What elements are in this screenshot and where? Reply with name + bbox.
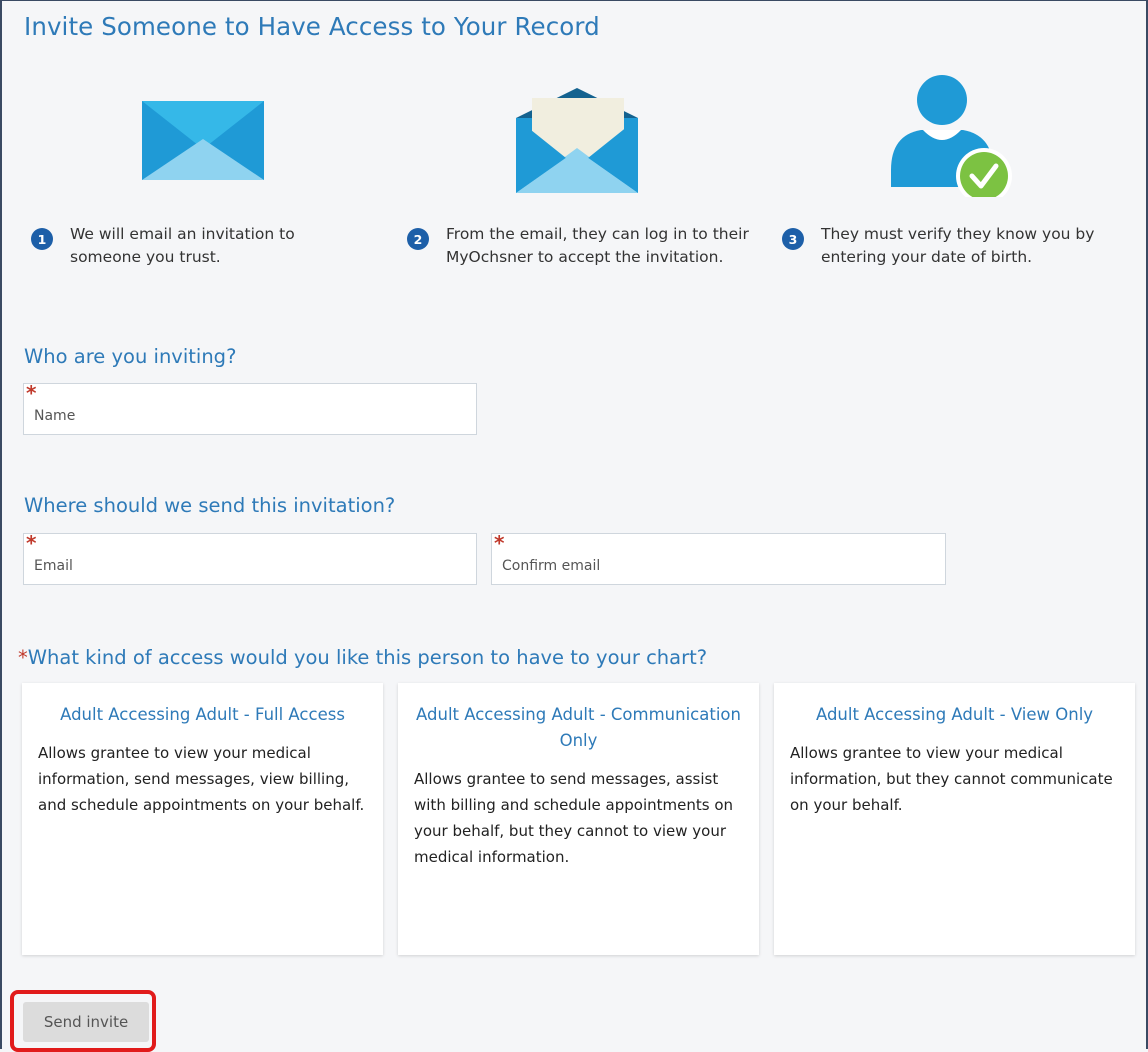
user-verified-icon: [891, 75, 1012, 197]
access-section-title-text: What kind of access would you like this …: [27, 646, 708, 669]
envelope-open-icon: [516, 88, 638, 193]
step-number-badge: 2: [407, 228, 429, 250]
step-text: From the email, they can log in to their…: [446, 225, 749, 266]
where-section-title: Where should we send this invitation?: [24, 494, 396, 517]
send-invite-button[interactable]: Send invite: [23, 1002, 149, 1042]
who-section-title: Who are you inviting?: [24, 345, 237, 368]
name-input[interactable]: [24, 384, 476, 434]
step-text: We will email an invitation to someone y…: [70, 225, 295, 266]
step-1: 1 We will email an invitation to someone…: [31, 223, 361, 269]
access-option-communication[interactable]: Adult Accessing Adult - Communication On…: [398, 683, 759, 955]
access-option-description: Allows grantee to view your medical info…: [38, 744, 365, 814]
access-option-title: Adult Accessing Adult - View Only: [815, 705, 1094, 724]
access-option-description: Allows grantee to view your medical info…: [790, 744, 1113, 814]
step-2: 2 From the email, they can log in to the…: [407, 223, 759, 269]
email-field: *: [23, 533, 477, 585]
page-title: Invite Someone to Have Access to Your Re…: [24, 12, 600, 41]
access-option-view-only[interactable]: Adult Accessing Adult - View Only Allows…: [774, 683, 1135, 955]
step-3: 3 They must verify they know you by ente…: [782, 223, 1138, 269]
confirm-email-input[interactable]: [492, 534, 945, 584]
access-option-title: Adult Accessing Adult - Full Access: [60, 705, 345, 724]
access-section-title: *What kind of access would you like this…: [18, 646, 707, 669]
access-option-title: Adult Accessing Adult - Communication On…: [416, 705, 741, 750]
confirm-email-field: *: [491, 533, 946, 585]
step-number-badge: 1: [31, 228, 53, 250]
step-text: They must verify they know you by enteri…: [821, 225, 1095, 266]
required-marker: *: [18, 646, 28, 669]
access-option-description: Allows grantee to send messages, assist …: [414, 770, 734, 866]
email-input[interactable]: [24, 534, 476, 584]
name-field: *: [23, 383, 477, 435]
access-option-full[interactable]: Adult Accessing Adult - Full Access Allo…: [22, 683, 383, 955]
envelope-closed-icon: [142, 101, 264, 180]
step-number-badge: 3: [782, 228, 804, 250]
